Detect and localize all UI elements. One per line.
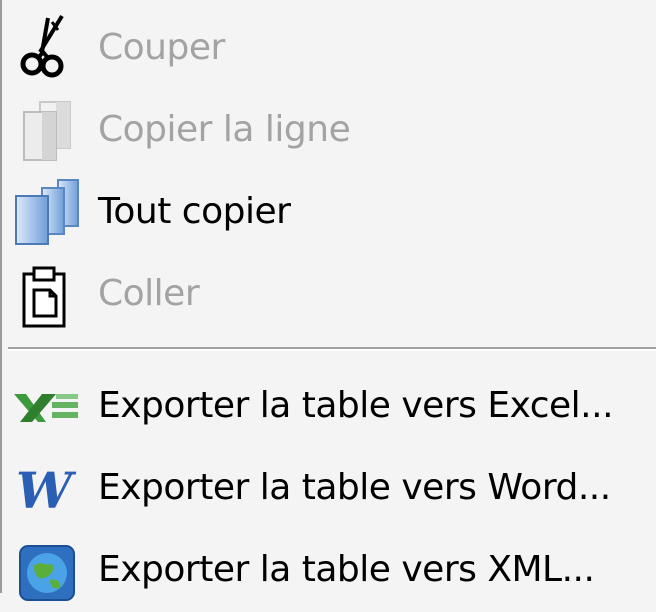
- menu-item-export-word[interactable]: W Exporter la table vers Word...: [2, 448, 656, 530]
- copy-all-icon: [12, 176, 82, 246]
- menu-item-paste[interactable]: Coller: [2, 254, 656, 336]
- menu-item-export-xml[interactable]: Exporter la table vers XML...: [2, 530, 656, 612]
- context-menu: Couper Copier la ligne Tout copier Colle…: [0, 0, 656, 601]
- menu-item-label: Couper: [98, 27, 225, 68]
- menu-item-label: Exporter la table vers Excel...: [98, 385, 614, 426]
- menu-item-label: Copier la ligne: [98, 109, 351, 150]
- menu-item-label: Exporter la table vers XML...: [98, 549, 595, 590]
- excel-icon: [12, 372, 82, 442]
- paste-icon: [12, 262, 82, 332]
- menu-item-copy-line[interactable]: Copier la ligne: [2, 90, 656, 172]
- menu-item-label: Coller: [98, 273, 200, 314]
- copy-line-icon: [12, 96, 82, 166]
- menu-item-copy-all[interactable]: Tout copier: [2, 172, 656, 254]
- menu-item-label: Tout copier: [98, 191, 291, 232]
- menu-item-cut[interactable]: Couper: [2, 8, 656, 90]
- scissors-icon: [12, 12, 82, 82]
- svg-text:W: W: [16, 461, 77, 520]
- menu-separator: [8, 347, 656, 351]
- menu-item-export-excel[interactable]: Exporter la table vers Excel...: [2, 366, 656, 448]
- word-icon: W: [12, 454, 82, 524]
- menu-item-label: Exporter la table vers Word...: [98, 467, 611, 508]
- xml-globe-icon: [12, 536, 82, 606]
